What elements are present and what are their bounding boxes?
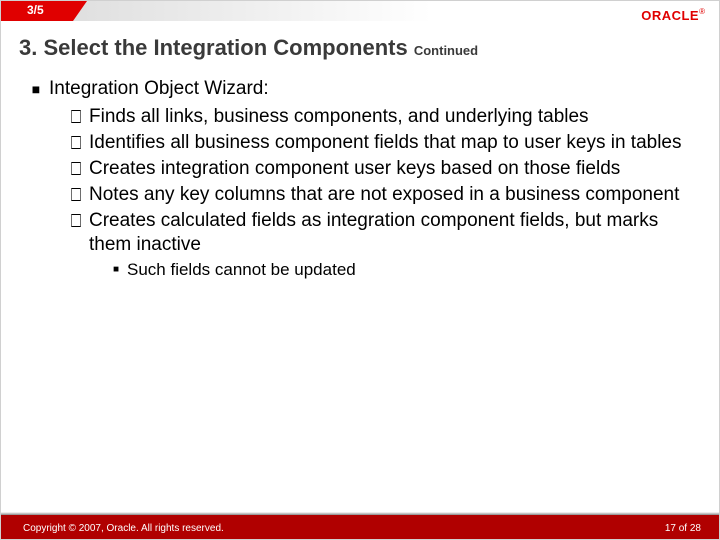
page-total: 28 (690, 523, 701, 534)
oracle-logo: ORACLE® (641, 7, 705, 22)
hollow-bullet-icon: ⎕ (63, 131, 89, 155)
slide-title-main: 3. Select the Integration Components (19, 35, 408, 60)
square-bullet-icon: ■ (105, 259, 127, 281)
list-item: ⎕ Identifies all business component fiel… (63, 131, 689, 155)
list-item: ⎕ Notes any key columns that are not exp… (63, 183, 689, 207)
hollow-bullet-icon: ⎕ (63, 209, 89, 257)
list-item: ⎕ Creates calculated fields as integrati… (63, 209, 689, 257)
top-bar: 3/5 ORACLE® (1, 1, 719, 21)
hollow-bullet-icon: ⎕ (63, 105, 89, 129)
registered-icon: ® (699, 7, 705, 16)
page-current: 17 (665, 523, 676, 534)
slide-title: 3. Select the Integration Components Con… (19, 35, 478, 61)
list-item-text: Integration Object Wizard: (49, 77, 689, 101)
list-item: ■ Such fields cannot be updated (105, 259, 689, 281)
list-item-text: Notes any key columns that are not expos… (89, 183, 689, 207)
oracle-logo-text: ORACLE (641, 8, 699, 23)
section-counter: 3/5 (27, 3, 44, 17)
hollow-bullet-icon: ⎕ (63, 157, 89, 181)
list-item: ⎕ Creates integration component user key… (63, 157, 689, 181)
list-item-text: Creates integration component user keys … (89, 157, 689, 181)
hollow-bullet-icon: ⎕ (63, 183, 89, 207)
copyright-text: Copyright © 2007, Oracle. All rights res… (23, 523, 224, 534)
slide-content: ■ Integration Object Wizard: ⎕ Finds all… (23, 77, 689, 281)
list-item-text: Finds all links, business components, an… (89, 105, 689, 129)
page-indicator: 17 of 28 (665, 523, 701, 534)
list-item: ⎕ Finds all links, business components, … (63, 105, 689, 129)
list-item-text: Identifies all business component fields… (89, 131, 689, 155)
list-item-text: Such fields cannot be updated (127, 259, 689, 281)
list-item-text: Creates calculated fields as integration… (89, 209, 689, 257)
slide-title-continued: Continued (414, 43, 478, 58)
page-sep: of (676, 523, 690, 534)
list-item: ■ Integration Object Wizard: (23, 77, 689, 101)
square-bullet-icon: ■ (23, 77, 49, 101)
